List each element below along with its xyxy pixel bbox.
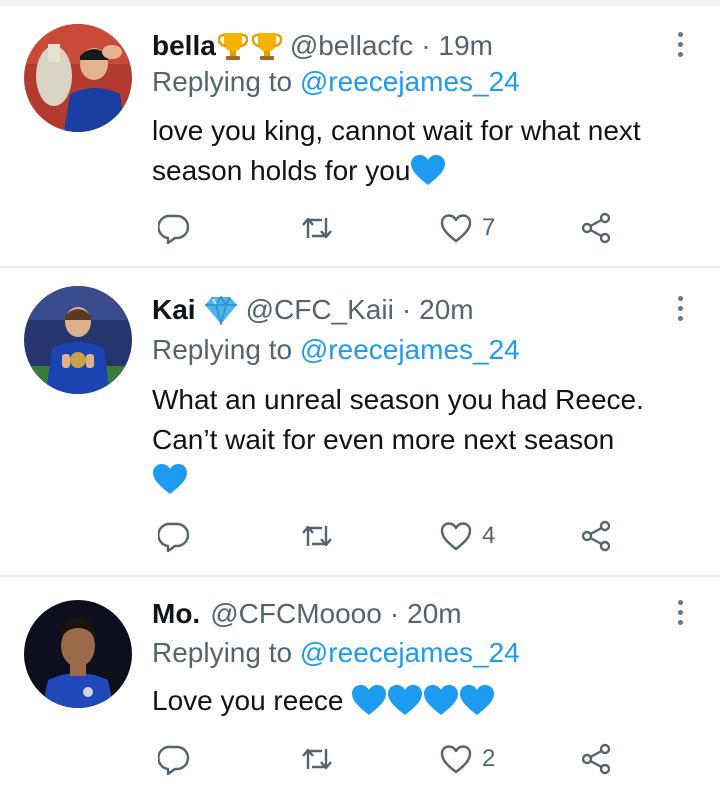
diamond-icon bbox=[204, 295, 237, 325]
tweet-header: Kai @CFC_Kaii · 20m bbox=[152, 290, 474, 330]
retweet-button[interactable] bbox=[300, 737, 334, 781]
separator-dot: · bbox=[421, 30, 431, 61]
retweet-icon bbox=[302, 217, 332, 239]
more-options-icon[interactable] bbox=[668, 288, 692, 328]
tweet-text-line: love you king, cannot wait for what next bbox=[152, 115, 641, 146]
like-count: 4 bbox=[482, 522, 496, 549]
replying-to: Replying to @reecejames_24 bbox=[152, 66, 520, 98]
blue-heart-emoji-icon bbox=[352, 685, 387, 715]
tweet-text: love you king, cannot wait for what next… bbox=[152, 111, 700, 191]
user-handle[interactable]: @CFC_Kaii bbox=[246, 294, 394, 326]
name-badges bbox=[204, 295, 238, 325]
tweet-text-line: Can’t wait for even more next season bbox=[152, 424, 615, 455]
reply-button[interactable] bbox=[158, 514, 190, 558]
tweet-actions: 2 bbox=[150, 737, 630, 781]
tweet-emoji-line bbox=[152, 460, 700, 500]
more-options-icon[interactable] bbox=[668, 24, 692, 64]
replying-to: Replying to @reecejames_24 bbox=[152, 637, 520, 669]
like-count: 2 bbox=[482, 745, 496, 772]
share-icon bbox=[581, 520, 611, 552]
retweet-icon bbox=[302, 525, 332, 547]
share-button[interactable] bbox=[580, 206, 612, 250]
display-name[interactable]: Mo. bbox=[152, 598, 200, 630]
replying-to-link[interactable]: @reecejames_24 bbox=[300, 637, 520, 668]
more-options-icon[interactable] bbox=[668, 592, 692, 632]
timestamp[interactable]: 19m bbox=[439, 30, 493, 62]
like-count: 7 bbox=[482, 214, 496, 241]
tweet-text: Love you reece bbox=[152, 681, 700, 721]
reply-tweet[interactable]: Mo. @CFCMoooo · 20m Replying to @reeceja… bbox=[0, 577, 720, 804]
share-icon bbox=[581, 743, 611, 775]
retweet-button[interactable] bbox=[300, 514, 334, 558]
blue-heart-emoji-icon bbox=[424, 685, 459, 715]
blue-heart-emoji-icon bbox=[460, 685, 495, 715]
display-name[interactable]: bella bbox=[152, 30, 216, 62]
display-name[interactable]: Kai bbox=[152, 294, 196, 326]
blue-heart-emoji-icon bbox=[411, 155, 446, 185]
trophy-icon bbox=[251, 33, 282, 60]
reply-tweet[interactable]: bella @bellacfc · 19m Replying to @reece… bbox=[0, 6, 720, 266]
blue-heart-emoji-icon bbox=[388, 685, 423, 715]
share-icon bbox=[581, 212, 611, 244]
heart-icon bbox=[440, 522, 472, 551]
tweet-actions: 7 bbox=[150, 206, 630, 250]
user-handle[interactable]: @CFCMoooo bbox=[210, 598, 382, 630]
replying-prefix: Replying to bbox=[152, 334, 300, 365]
tweet-text-line-last: Love you reece bbox=[152, 681, 700, 721]
like-button[interactable]: 7 bbox=[440, 206, 495, 250]
separator-dot: · bbox=[389, 598, 400, 629]
reply-tweet[interactable]: Kai @CFC_Kaii · 20m Replying to @reeceja… bbox=[0, 268, 720, 575]
replying-to-link[interactable]: @reecejames_24 bbox=[300, 66, 520, 97]
avatar[interactable] bbox=[24, 600, 132, 708]
tweet-header: bella @bellacfc · 19m bbox=[152, 26, 493, 66]
replying-prefix: Replying to bbox=[152, 66, 300, 97]
tweet-actions: 4 bbox=[150, 514, 630, 558]
timestamp[interactable]: 20m bbox=[407, 598, 461, 630]
like-button[interactable]: 4 bbox=[440, 514, 495, 558]
separator-dot: · bbox=[401, 294, 412, 325]
avatar[interactable] bbox=[24, 24, 132, 132]
avatar[interactable] bbox=[24, 286, 132, 394]
retweet-button[interactable] bbox=[300, 206, 334, 250]
replying-to: Replying to @reecejames_24 bbox=[152, 334, 520, 366]
tweet-text-line-last: season holds for you bbox=[152, 151, 700, 191]
reply-icon bbox=[158, 214, 190, 244]
heart-icon bbox=[440, 214, 472, 243]
like-button[interactable]: 2 bbox=[440, 737, 495, 781]
tweet-text-line: What an unreal season you had Reece. bbox=[152, 384, 644, 415]
name-badges bbox=[217, 30, 282, 62]
blue-heart-emoji-icon bbox=[153, 464, 187, 494]
tweet-text-line: Love you reece bbox=[152, 685, 344, 716]
timestamp[interactable]: 20m bbox=[419, 294, 473, 326]
reply-icon bbox=[158, 745, 190, 775]
reply-button[interactable] bbox=[158, 206, 190, 250]
user-handle[interactable]: @bellacfc bbox=[290, 30, 413, 62]
tweet-text: What an unreal season you had Reece. Can… bbox=[152, 380, 700, 500]
retweet-icon bbox=[302, 748, 332, 770]
heart-icon bbox=[440, 745, 472, 774]
replying-prefix: Replying to bbox=[152, 637, 300, 668]
share-button[interactable] bbox=[580, 514, 612, 558]
replying-to-link[interactable]: @reecejames_24 bbox=[300, 334, 520, 365]
share-button[interactable] bbox=[580, 737, 612, 781]
trophy-icon bbox=[217, 33, 248, 60]
reply-button[interactable] bbox=[158, 737, 190, 781]
tweet-header: Mo. @CFCMoooo · 20m bbox=[152, 594, 462, 634]
tweet-text-line: season holds for you bbox=[152, 155, 411, 186]
reply-icon bbox=[158, 522, 190, 552]
